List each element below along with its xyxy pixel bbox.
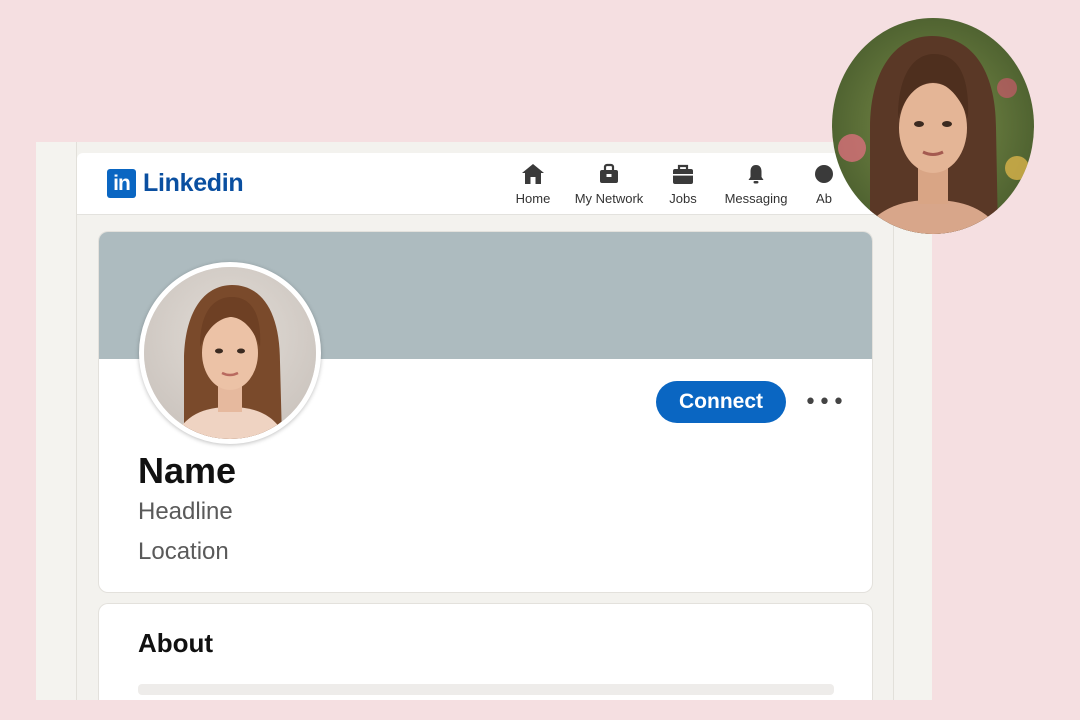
linkedin-logo[interactable]: in Linkedin	[107, 169, 244, 198]
network-icon	[573, 163, 645, 187]
page-column: in Linkedin Home My Network Jobs Messagi…	[76, 142, 895, 700]
profile-name: Name	[138, 450, 237, 491]
bell-icon	[721, 163, 791, 187]
nav-messaging-label: Messaging	[724, 191, 788, 206]
nav-my-network-label: My Network	[574, 191, 644, 206]
connect-button[interactable]: Connect	[656, 381, 786, 423]
nav-jobs[interactable]: Jobs	[665, 163, 701, 209]
home-icon	[513, 163, 553, 187]
profile-location: Location	[138, 538, 229, 565]
about-text-placeholder	[138, 684, 834, 695]
browser-window: in Linkedin Home My Network Jobs Messagi…	[36, 142, 932, 700]
floating-portrait-photo	[832, 18, 1034, 234]
about-card: About	[99, 604, 872, 700]
about-title: About	[138, 628, 214, 658]
nav-my-network[interactable]: My Network	[573, 163, 645, 209]
nav-messaging[interactable]: Messaging	[721, 163, 791, 209]
avatar-dot-icon	[811, 163, 837, 187]
more-options-button[interactable]: •••	[804, 387, 845, 417]
briefcase-icon	[665, 163, 701, 187]
linkedin-logo-icon: in	[107, 169, 136, 198]
nav-home-label: Home	[515, 191, 551, 206]
top-navbar: in Linkedin Home My Network Jobs Messagi…	[77, 153, 895, 215]
nav-ab[interactable]: Ab	[811, 163, 837, 209]
brand-name: Linkedin	[143, 169, 244, 197]
profile-card: Connect ••• Name Headline Location	[99, 232, 872, 592]
profile-headline: Headline	[138, 498, 233, 525]
nav-jobs-label: Jobs	[669, 191, 697, 206]
nav-ab-label: Ab	[816, 191, 832, 206]
floating-portrait	[832, 18, 1034, 234]
profile-photo	[144, 267, 316, 439]
profile-avatar[interactable]	[139, 262, 321, 444]
nav-home[interactable]: Home	[513, 163, 553, 209]
